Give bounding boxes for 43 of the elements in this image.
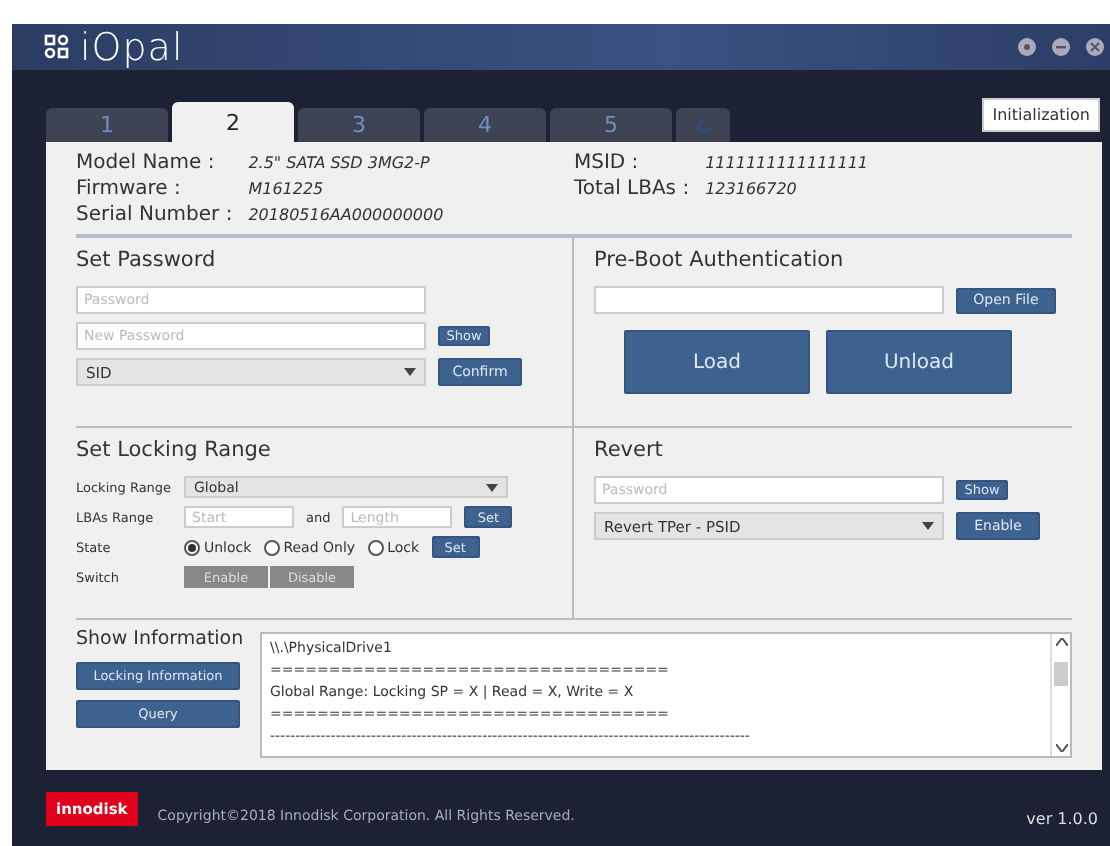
unload-button[interactable]: Unload [826,330,1012,395]
initialization-button[interactable]: Initialization [982,97,1100,132]
radio-dot[interactable] [367,539,384,556]
scrollbar[interactable] [1050,634,1070,757]
version-text: ver 1.0.0 [1026,809,1098,828]
section-title: Show Information [76,628,244,651]
info-value: M161225 [248,178,326,203]
section-title: Pre-Boot Authentication [594,248,846,273]
info-label: Serial Number : [76,202,233,229]
tab[interactable]: 2 [172,102,294,143]
file-path-field[interactable] [594,286,944,315]
scroll-thumb[interactable] [1054,661,1068,686]
caret-icon [922,522,934,531]
scroll-down-icon[interactable] [1055,744,1067,753]
close-icon[interactable] [1086,38,1104,57]
output-text-area[interactable] [260,632,1072,759]
section-title: Revert [594,438,665,463]
section-title: Set Locking Range [76,438,273,463]
scroll-up-icon[interactable] [1055,638,1067,647]
info-label: Total LBAs : [574,176,690,203]
refresh-icon [693,115,713,136]
info-label: Firmware : [76,176,183,203]
minimize-icon[interactable] [1052,38,1070,57]
refresh-tab[interactable] [676,108,730,143]
tab[interactable]: 5 [550,108,672,143]
info-label: Model Name : [76,150,217,177]
info-value: 123166720 [705,178,799,203]
logo-icon [44,34,70,61]
section-title: Set Password [76,248,218,273]
window-title: iOpal [80,25,184,70]
info-value: 1111111111111111 [705,152,871,177]
tab[interactable]: 4 [424,108,546,143]
help-icon[interactable] [1018,38,1036,57]
load-button[interactable]: Load [624,330,810,395]
tab[interactable]: 1 [46,108,168,143]
radio-dot[interactable] [263,539,280,556]
radio-dot[interactable] [184,539,200,556]
caret-icon [404,368,416,377]
tab[interactable]: 3 [298,108,420,143]
info-value: 20180516AA000000000 [248,204,446,229]
info-label: MSID : [574,150,641,177]
caret-icon [486,483,498,492]
info-value: 2.5" SATA SSD 3MG2-P [248,152,432,177]
